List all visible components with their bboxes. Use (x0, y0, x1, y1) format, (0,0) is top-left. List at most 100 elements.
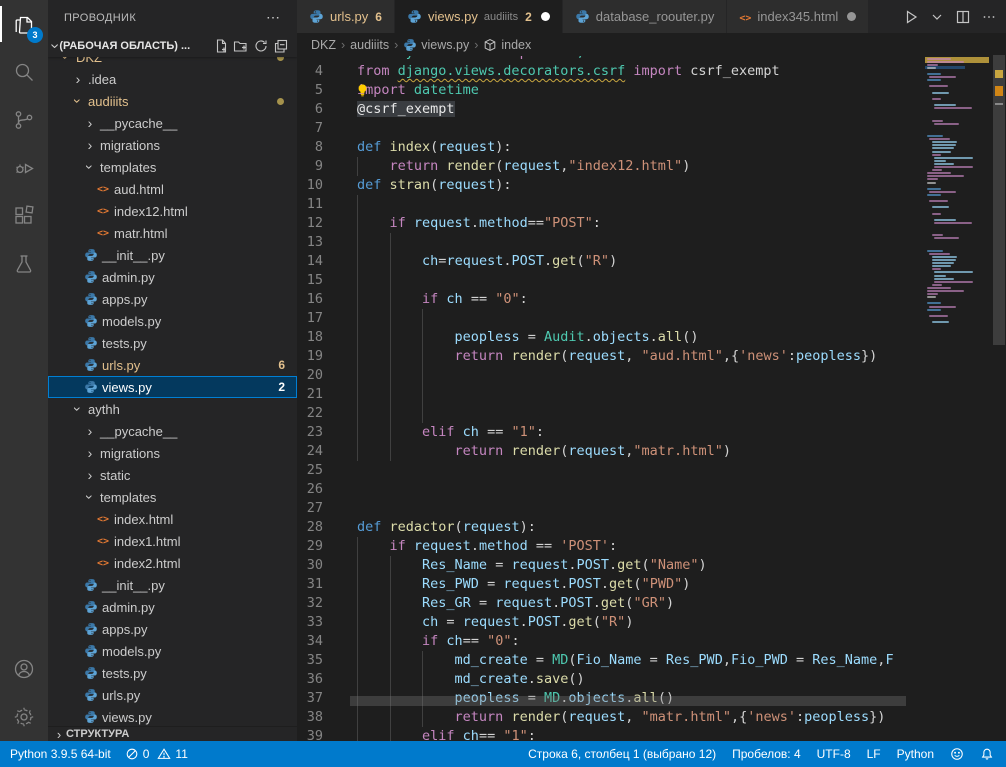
tree-item-index2-html[interactable]: <>index2.html (48, 552, 297, 574)
tree-item-models-py[interactable]: models.py (48, 310, 297, 332)
breadcrumb-audiiits[interactable]: audiiits (350, 38, 389, 52)
status-language-mode[interactable]: Python (897, 747, 934, 761)
activity-extensions[interactable] (0, 192, 48, 240)
lightbulb-icon[interactable] (355, 83, 370, 98)
activity-explorer[interactable]: 3 (0, 0, 48, 48)
tree-item-index1-html[interactable]: <>index1.html (48, 530, 297, 552)
tab-database-roouter-py[interactable]: database_roouter.py (563, 0, 728, 33)
play-icon[interactable] (900, 6, 922, 28)
tree-item-aythh[interactable]: ›aythh (48, 398, 297, 420)
tree-item-apps-py[interactable]: apps.py (48, 618, 297, 640)
tree-item-tests-py[interactable]: tests.py (48, 662, 297, 684)
status-indentation[interactable]: Пробелов: 4 (732, 747, 801, 761)
tree-item-admin-py[interactable]: admin.py (48, 266, 297, 288)
tree-item-matr-html[interactable]: <>matr.html (48, 222, 297, 244)
activity-settings[interactable] (0, 693, 48, 741)
tree-item-migrations[interactable]: ›migrations (48, 134, 297, 156)
minimap-line (932, 98, 941, 100)
tree-item-aud-html[interactable]: <>aud.html (48, 178, 297, 200)
tree-item--init-py[interactable]: __init__.py (48, 574, 297, 596)
chevron-down-icon[interactable] (926, 6, 948, 28)
vertical-scrollbar[interactable] (992, 33, 1006, 741)
feedback-icon[interactable] (950, 747, 964, 761)
tree-item-tests-py[interactable]: tests.py (48, 332, 297, 354)
breadcrumb-views-py[interactable]: views.py (403, 38, 469, 52)
minimap[interactable] (925, 33, 992, 730)
minimap-line (934, 237, 958, 239)
scrollbar-thumb[interactable] (993, 55, 1005, 345)
tree-item--init-py[interactable]: __init__.py (48, 244, 297, 266)
line-number: 4 (297, 62, 323, 81)
line-number: 8 (297, 138, 323, 157)
tab-index345-html[interactable]: <>index345.html (727, 0, 869, 33)
activity-testing[interactable] (0, 240, 48, 288)
tree-item--pycache-[interactable]: ›__pycache__ (48, 112, 297, 134)
minimap-line (932, 144, 956, 146)
refresh-icon[interactable] (251, 36, 271, 56)
problems-badge: 2 (278, 380, 285, 394)
workspace-section-header[interactable]: › (РАБОЧАЯ ОБЛАСТЬ) ... (48, 35, 297, 57)
modified-dot-icon[interactable] (847, 12, 856, 21)
status-cursor-position[interactable]: Строка 6, столбец 1 (выбрано 12) (528, 747, 716, 761)
tree-item-urls-py[interactable]: urls.py6 (48, 354, 297, 376)
activity-search[interactable] (0, 48, 48, 96)
tree-item-urls-py[interactable]: urls.py (48, 684, 297, 706)
tree-item-apps-py[interactable]: apps.py (48, 288, 297, 310)
source-control-icon (12, 108, 36, 132)
minimap-line (927, 178, 938, 180)
horizontal-scrollbar[interactable] (350, 696, 906, 706)
new-folder-icon[interactable] (231, 36, 251, 56)
python-interpreter[interactable]: Python 3.9.5 64-bit (10, 747, 111, 761)
breadcrumb-index[interactable]: index (483, 38, 531, 52)
tree-item-templates[interactable]: ›templates (48, 486, 297, 508)
chevron-right-icon: › (70, 71, 86, 87)
tab-views-py[interactable]: views.pyaudiiits2 (395, 0, 563, 33)
modified-dot-icon[interactable] (541, 12, 550, 21)
minimap-line (934, 104, 956, 106)
code-editor[interactable]: 3from aythh.models import MD,Audit4from … (297, 56, 992, 741)
tree-item-views-py[interactable]: views.py (48, 706, 297, 728)
minimap-line (934, 219, 956, 221)
outline-section-header[interactable]: › СТРУКТУРА (48, 726, 297, 741)
minimap-line (932, 206, 949, 208)
tree-item-label: .idea (88, 72, 116, 87)
python-file-icon (82, 292, 100, 306)
activity-account[interactable] (0, 645, 48, 693)
line-number: 17 (297, 309, 323, 328)
symbol-cube-icon (483, 38, 501, 52)
sidebar-title: ПРОВОДНИК (64, 12, 136, 24)
tree-item-templates[interactable]: ›templates (48, 156, 297, 178)
collapse-all-icon[interactable] (271, 36, 291, 56)
notifications-bell-icon[interactable] (980, 747, 994, 761)
tree-item--pycache-[interactable]: ›__pycache__ (48, 420, 297, 442)
new-file-icon[interactable] (211, 36, 231, 56)
beaker-icon (12, 252, 36, 276)
tree-item-migrations[interactable]: ›migrations (48, 442, 297, 464)
breadcrumb-label: audiiits (350, 38, 389, 52)
tree-item-audiiits[interactable]: ›audiiits (48, 90, 297, 112)
tab-urls-py[interactable]: urls.py6 (297, 0, 395, 33)
more-icon[interactable] (978, 6, 1000, 28)
tree-item-static[interactable]: ›static (48, 464, 297, 486)
status-eol[interactable]: LF (867, 747, 881, 761)
code-line-14: ch=request.POST.get("R") (357, 252, 617, 271)
tree-item-views-py[interactable]: views.py2 (48, 376, 297, 398)
tree-item-admin-py[interactable]: admin.py (48, 596, 297, 618)
line-number: 15 (297, 271, 323, 290)
tree-item-index-html[interactable]: <>index.html (48, 508, 297, 530)
breadcrumb-dkz[interactable]: DKZ (311, 38, 336, 52)
activity-run-debug[interactable] (0, 144, 48, 192)
activity-source-control[interactable] (0, 96, 48, 144)
tree-item--idea[interactable]: ›.idea (48, 68, 297, 90)
minimap-line (932, 268, 941, 270)
minimap-line (934, 163, 953, 165)
html-file-icon: <> (94, 558, 112, 569)
status-encoding[interactable]: UTF-8 (817, 747, 851, 761)
split-editor-icon[interactable] (952, 6, 974, 28)
minimap-line (927, 287, 951, 289)
problems-indicator[interactable]: 0 11 (125, 747, 188, 761)
sidebar-more-icon[interactable]: ⋯ (266, 9, 281, 26)
tree-item-models-py[interactable]: models.py (48, 640, 297, 662)
minimap-line (932, 169, 942, 171)
tree-item-index12-html[interactable]: <>index12.html (48, 200, 297, 222)
